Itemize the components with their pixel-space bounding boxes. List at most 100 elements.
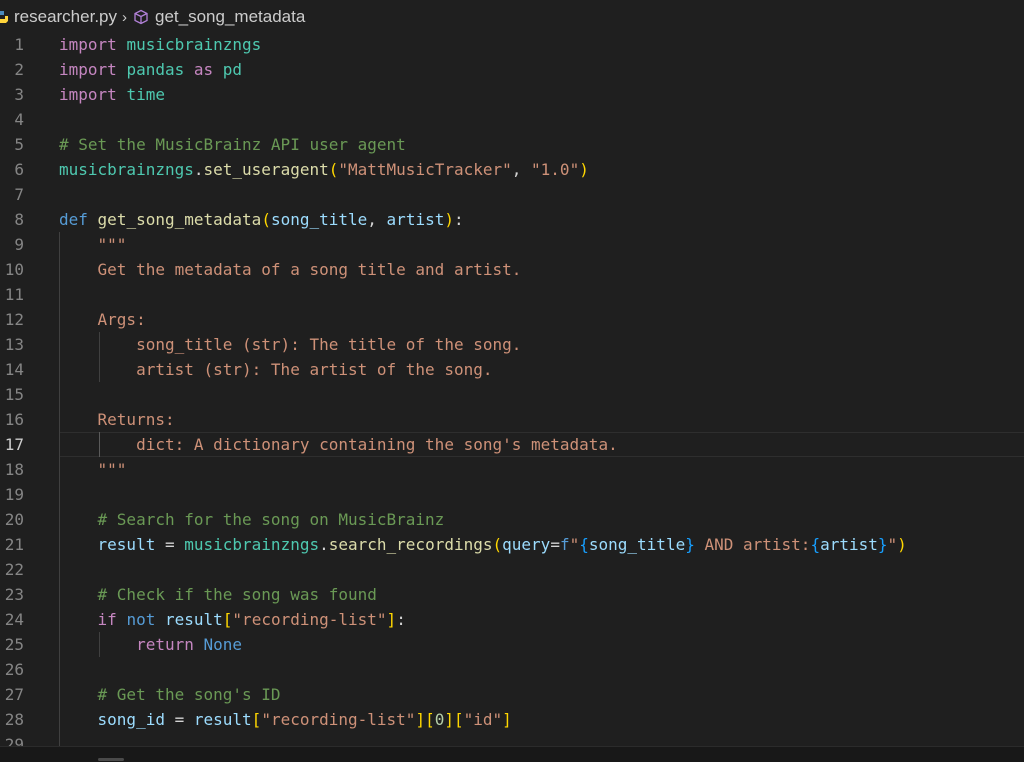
code-token: "id" <box>463 710 503 729</box>
code-token: ] <box>444 710 454 729</box>
code-token: None <box>203 635 243 654</box>
line-number: 23 <box>4 585 24 604</box>
line-number: 19 <box>4 485 24 504</box>
code-token: # Search for the song on MusicBrainz <box>97 510 445 529</box>
code-line[interactable]: 16 Returns: <box>0 407 1024 432</box>
code-token: Get the metadata of a song title and art… <box>59 260 522 279</box>
code-token: # Get the song's ID <box>97 685 281 704</box>
code-token: ] <box>415 710 426 729</box>
indent-guide <box>59 232 60 748</box>
code-token: { <box>810 535 821 554</box>
code-token: import <box>59 35 117 54</box>
code-token: musicbrainzngs <box>184 535 320 554</box>
code-token: ( <box>261 210 271 229</box>
code-line[interactable]: 15 <box>0 382 1024 407</box>
code-token: = <box>164 710 194 729</box>
code-token: "recording-list" <box>232 610 387 629</box>
code-token: dict: A dictionary containing the song's… <box>59 435 618 454</box>
code-line[interactable]: 25 return None <box>0 632 1024 657</box>
code-token: # Set the MusicBrainz API user agent <box>59 135 406 154</box>
code-text: # Check if the song was found <box>59 582 377 607</box>
code-line[interactable]: 24 if not result["recording-list"]: <box>0 607 1024 632</box>
line-number: 15 <box>4 385 24 404</box>
code-token: [ <box>222 610 233 629</box>
line-number: 10 <box>4 260 24 279</box>
code-token: , <box>511 160 532 179</box>
code-token: [ <box>425 710 435 729</box>
code-line[interactable]: 13 song_title (str): The title of the so… <box>0 332 1024 357</box>
code-token: ) <box>444 210 454 229</box>
code-token: . <box>319 535 329 554</box>
code-editor[interactable]: 1 import musicbrainzngs 2 import pandas as … <box>0 32 1024 748</box>
code-line[interactable]: 20 # Search for the song on MusicBrainz <box>0 507 1024 532</box>
code-line[interactable]: 17 dict: A dictionary containing the son… <box>0 432 1024 457</box>
code-line[interactable]: 8 def get_song_metadata(song_title, artis… <box>0 207 1024 232</box>
code-line[interactable]: 14 artist (str): The artist of the song. <box>0 357 1024 382</box>
code-token: def <box>59 210 88 229</box>
code-line[interactable]: 5 # Set the MusicBrainz API user agent <box>0 132 1024 157</box>
code-text: musicbrainzngs.set_useragent("MattMusicT… <box>59 157 589 182</box>
code-text: song_id = result["recording-list"][0]["i… <box>59 707 512 732</box>
code-line[interactable]: 9 """ <box>0 232 1024 257</box>
code-text: dict: A dictionary containing the song's… <box>59 432 618 457</box>
code-line[interactable]: 23 # Check if the song was found <box>0 582 1024 607</box>
code-line[interactable]: 10 Get the metadata of a song title and … <box>0 257 1024 282</box>
indent-guide <box>99 332 100 382</box>
code-token: result <box>97 535 156 554</box>
code-line[interactable]: 21 result = musicbrainzngs.search_record… <box>0 532 1024 557</box>
line-number: 27 <box>4 685 24 704</box>
code-line[interactable]: 3 import time <box>0 82 1024 107</box>
code-token: [ <box>251 710 262 729</box>
code-token: "1.0" <box>531 160 580 179</box>
code-line[interactable]: 22 <box>0 557 1024 582</box>
line-number: 13 <box>4 335 24 354</box>
method-cube-icon <box>134 9 148 25</box>
code-line[interactable]: 26 <box>0 657 1024 682</box>
code-line[interactable]: 27 # Get the song's ID <box>0 682 1024 707</box>
line-number: 9 <box>14 235 24 254</box>
code-token: : <box>453 210 464 229</box>
code-token: time <box>126 85 165 104</box>
code-line[interactable]: 1 import musicbrainzngs <box>0 32 1024 57</box>
line-number: 2 <box>14 60 24 79</box>
indent-guide <box>99 632 100 657</box>
code-line[interactable]: 19 <box>0 482 1024 507</box>
code-token: song_title <box>270 210 368 229</box>
code-token: ] <box>386 610 397 629</box>
code-line[interactable]: 2 import pandas as pd <box>0 57 1024 82</box>
horizontal-scrollbar[interactable] <box>0 746 1024 762</box>
code-token: artist (str): The artist of the song. <box>59 360 493 379</box>
breadcrumb-symbol[interactable]: get_song_metadata <box>155 7 305 27</box>
code-token: artist <box>386 210 445 229</box>
code-line[interactable]: 28 song_id = result["recording-list"][0]… <box>0 707 1024 732</box>
code-token: " <box>569 535 580 554</box>
breadcrumb-file[interactable]: researcher.py <box>14 7 117 27</box>
code-line[interactable]: 11 <box>0 282 1024 307</box>
line-number: 1 <box>14 35 24 54</box>
code-text: Get the metadata of a song title and art… <box>59 257 522 282</box>
code-text: result = musicbrainzngs.search_recording… <box>59 532 907 557</box>
code-token: Args: <box>59 310 146 329</box>
code-line[interactable]: 6 musicbrainzngs.set_useragent("MattMusic… <box>0 157 1024 182</box>
line-number: 4 <box>14 110 24 129</box>
line-number: 16 <box>4 410 24 429</box>
code-text: return None <box>59 632 242 657</box>
code-line[interactable]: 18 """ <box>0 457 1024 482</box>
code-line[interactable]: 7 <box>0 182 1024 207</box>
code-line[interactable]: 4 <box>0 107 1024 132</box>
indent-guide <box>99 432 100 457</box>
code-token: if <box>97 610 117 629</box>
code-text: Returns: <box>59 407 175 432</box>
line-number: 6 <box>14 160 24 179</box>
code-line[interactable]: 12 Args: <box>0 307 1024 332</box>
code-token: result <box>193 710 252 729</box>
code-token: song_title <box>588 535 686 554</box>
